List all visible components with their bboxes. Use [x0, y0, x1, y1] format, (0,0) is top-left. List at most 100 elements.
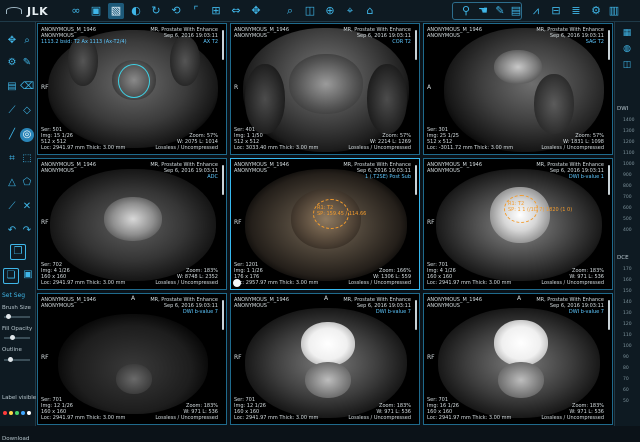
thumbnail-icon[interactable]: ▦ [620, 26, 634, 40]
viewport-ax-t2[interactable]: ANONYMOUS_M_1946 ANONYMOUS 1113.2 bsid: T2… [37, 23, 227, 155]
chart-icon[interactable]: ⩘ [528, 3, 544, 19]
label-color-swatch[interactable] [27, 411, 31, 415]
triangle-icon[interactable]: △ [5, 176, 19, 190]
grid-icon[interactable]: ⊟ [548, 3, 564, 19]
fill-opacity-slider[interactable] [4, 335, 30, 340]
orientation-top: A [517, 295, 522, 302]
link-icon[interactable]: ∞ [68, 3, 84, 19]
roi-label-line: SP: 159.45 / 114.66 [317, 211, 367, 217]
pencil-icon[interactable]: ✎ [20, 56, 34, 70]
slice-scrollbar[interactable] [222, 165, 224, 195]
label-color-swatch[interactable] [21, 411, 25, 415]
viewport-dwi-1[interactable]: R1: T2 SP: 1 1 (/1D 7) 1820 (1 0) ANONYMOU… [423, 158, 613, 290]
overlay-bottom-left: Ser: 301 Img: 25 1/25 512 x 512 Loc: -3011.… [427, 127, 513, 151]
slice-scrollbar[interactable] [222, 300, 224, 330]
measure-icon[interactable]: ◫ [302, 3, 318, 19]
orientation-left: RF [41, 84, 49, 91]
image-icon[interactable]: ▧ [108, 3, 124, 19]
rotate-icon[interactable]: ↻ [148, 3, 164, 19]
line-icon[interactable]: ╱ [5, 128, 19, 142]
reset-icon[interactable]: ⟲ [168, 3, 184, 19]
erase-icon[interactable]: ⌫ [20, 80, 34, 94]
magnify-icon[interactable]: ⌕ [20, 34, 34, 48]
redo-icon[interactable]: ↷ [20, 224, 34, 238]
image-info-line: Loc: 2941.97 mm Thick: 3.00 mm [41, 415, 126, 421]
save-seg-icon[interactable]: ▣ [21, 268, 35, 282]
select-icon[interactable]: ⬚ [20, 152, 34, 166]
orientation-left: RF [427, 354, 435, 361]
outline-label: Outline [2, 347, 22, 353]
orientation-left: RF [234, 219, 242, 226]
overlay-bottom-left: Ser: 702 Img: 4 1/26 160 x 160 Loc: 2941.97… [41, 262, 125, 286]
roi-label: R1: T2 SP: 1 1 (/1D 7) 1820 (1 0) [508, 201, 572, 213]
brush-size-slider[interactable] [4, 314, 30, 319]
polygon-icon[interactable]: ⬠ [20, 176, 34, 190]
report-icon[interactable]: ▥ [606, 3, 622, 19]
pan-icon[interactable]: ✥ [5, 34, 19, 48]
target-icon[interactable]: ⊕ [322, 3, 338, 19]
viewport-cor-t2[interactable]: ANONYMOUS_M_1946 ANONYMOUS MR, Prostate Wi… [230, 23, 420, 155]
display-info-line: Lossless / Uncompressed [155, 280, 218, 286]
crosshair-icon[interactable]: ⌖ [342, 3, 358, 19]
viewport-dwi-7b[interactable]: ANONYMOUS_M_1946 ANONYMOUS MR, Prostate Wi… [230, 293, 420, 425]
info-icon[interactable]: ◫ [620, 58, 634, 72]
list-icon[interactable]: ≣ [568, 3, 584, 19]
slice-scrollbar[interactable] [222, 30, 224, 60]
split-icon[interactable]: ⊞ [208, 3, 224, 19]
viewport-sag-t2[interactable]: ANONYMOUS_M_1946 ANONYMOUS MR, Prostate Wi… [423, 23, 613, 155]
slice-scrollbar[interactable] [415, 300, 417, 330]
hand-icon[interactable]: ☚ [475, 3, 491, 19]
viewport-dwi-7a[interactable]: ANONYMOUS_M_1946 ANONYMOUS MR, Prostate Wi… [37, 293, 227, 425]
brush-icon[interactable]: ⟋ [5, 104, 19, 118]
label-color-swatch[interactable] [15, 411, 19, 415]
sequence-name: AX T2 [203, 39, 218, 45]
layout-icon[interactable]: ▣ [88, 3, 104, 19]
right-panel: ▦ ◍ ◫ DWI 1400 1300 1200 1100 1000 900 800 700 6… [614, 22, 640, 426]
overlay-top-right: MR, Prostate With Enhance Sep 6, 2016 19:… [536, 297, 604, 315]
overlay-top-right: MR, Prostate With Enhance Sep 6, 2016 19:… [150, 162, 218, 180]
stack-icon[interactable]: ▤ [5, 80, 19, 94]
draw-icon[interactable]: ✎ [492, 3, 508, 19]
gear-icon[interactable]: ⚙ [5, 56, 19, 70]
image-info-line: Loc: 2941.97 mm Thick: 3.00 mm [427, 280, 512, 286]
crop-icon[interactable]: ⌗ [5, 152, 19, 166]
cross-icon[interactable]: ✕ [20, 200, 34, 214]
layers-icon[interactable]: ❏ [3, 268, 19, 284]
eraser-icon[interactable]: ◇ [20, 104, 34, 118]
circle-tool-icon[interactable]: ◎ [20, 128, 34, 142]
outline-slider[interactable] [4, 357, 30, 362]
palette-icon[interactable]: ◍ [620, 42, 634, 56]
pin-icon[interactable]: ⚲ [458, 3, 474, 19]
label-visible-label: Label visible [2, 395, 37, 401]
slice-scrollbar[interactable] [608, 165, 610, 195]
viewport-dwi-7c[interactable]: ANONYMOUS_M_1946 ANONYMOUS MR, Prostate Wi… [423, 293, 613, 425]
ruler-icon[interactable]: ⟋ [5, 200, 19, 214]
note-icon[interactable]: ▤ [508, 3, 524, 19]
slider-knob[interactable] [6, 314, 11, 319]
fit-icon[interactable]: ⌜ [188, 3, 204, 19]
undo-icon[interactable]: ↶ [5, 224, 19, 238]
orientation-left: R [234, 84, 239, 91]
zoom-icon[interactable]: ⌕ [282, 3, 298, 19]
flip-icon[interactable]: ⇔ [228, 3, 244, 19]
slice-scrollbar[interactable] [608, 30, 610, 60]
prostate-segmentation-outline[interactable] [118, 64, 150, 98]
crosshair-handle[interactable] [233, 279, 241, 287]
copy-icon[interactable]: ❐ [10, 244, 26, 260]
slice-scrollbar[interactable] [415, 165, 417, 195]
settings-icon[interactable]: ⚙ [588, 3, 604, 19]
overlay-top-left: ANONYMOUS_M_1946 ANONYMOUS [234, 27, 289, 39]
download-button[interactable]: Download [2, 436, 29, 442]
slider-knob[interactable] [10, 335, 15, 340]
move-icon[interactable]: ✥ [248, 3, 264, 19]
window-level-icon[interactable]: ◐ [128, 3, 144, 19]
tag-icon[interactable]: ⌂ [362, 3, 378, 19]
slice-scrollbar[interactable] [608, 300, 610, 330]
viewport-adc[interactable]: ANONYMOUS_M_1946 ANONYMOUS MR, Prostate Wi… [37, 158, 227, 290]
viewport-t2-post[interactable]: R1: T2 SP: 159.45 / 114.66 ANONYMOUS_M_194… [230, 158, 420, 290]
label-color-swatch[interactable] [3, 411, 7, 415]
scale-value: 160 [623, 278, 632, 283]
slider-knob[interactable] [8, 357, 13, 362]
label-color-swatch[interactable] [9, 411, 13, 415]
slice-scrollbar[interactable] [415, 30, 417, 60]
